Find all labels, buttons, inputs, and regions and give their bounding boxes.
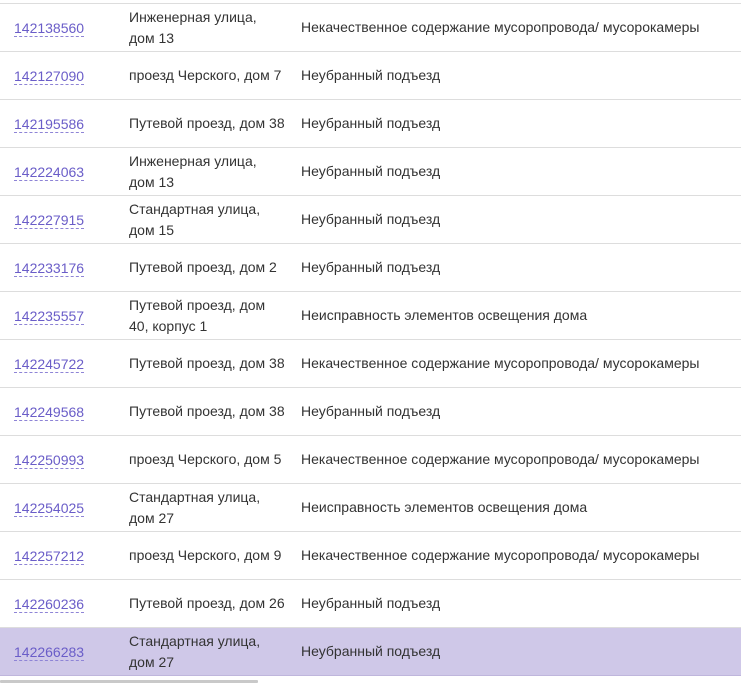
address-cell: Путевой проезд, дом 38 [129, 403, 285, 419]
table-row[interactable]: 142250993 проезд Черского, дом 5 Некачес… [0, 436, 741, 484]
request-id-link[interactable]: 142250993 [14, 451, 85, 469]
address-cell: Путевой проезд, дом 38 [129, 115, 285, 131]
address-cell: Путевой проезд, дом 2 [129, 259, 277, 275]
request-id-cell: 142224063 [0, 163, 114, 181]
table-row[interactable]: 142245722 Путевой проезд, дом 38 Некачес… [0, 340, 741, 388]
request-id-cell: 142235557 [0, 307, 114, 325]
request-id-cell: 142257212 [0, 547, 114, 565]
address-cell: Путевой проезд, дом 26 [129, 595, 285, 611]
issue-cell: Неубранный подъезд [301, 211, 441, 227]
issue-cell: Некачественное содержание мусоропровода/… [301, 19, 700, 35]
request-id-link[interactable]: 142127090 [14, 67, 85, 85]
request-id-cell: 142266283 [0, 643, 114, 661]
horizontal-scrollbar[interactable] [0, 680, 258, 683]
issue-cell: Некачественное содержание мусоропровода/… [301, 355, 700, 371]
requests-table: 142138560 Инженерная улица, дом 13 Некач… [0, 3, 741, 676]
table-row[interactable]: 142138560 Инженерная улица, дом 13 Некач… [0, 4, 741, 52]
address-cell: проезд Черского, дом 5 [129, 451, 282, 467]
address-cell: Путевой проезд, дом 38 [129, 355, 285, 371]
issue-cell: Неисправность элементов освещения дома [301, 499, 588, 515]
request-id-link[interactable]: 142254025 [14, 499, 85, 517]
issue-cell: Некачественное содержание мусоропровода/… [301, 547, 700, 563]
request-id-cell: 142249568 [0, 403, 114, 421]
request-id-link[interactable]: 142195586 [14, 115, 85, 133]
table-row[interactable]: 142249568 Путевой проезд, дом 38 Неубран… [0, 388, 741, 436]
address-cell: Инженерная улица, дом 13 [129, 152, 257, 190]
issue-cell: Неубранный подъезд [301, 595, 441, 611]
request-id-cell: 142138560 [0, 19, 114, 37]
request-id-link[interactable]: 142249568 [14, 403, 85, 421]
table-row[interactable]: 142257212 проезд Черского, дом 9 Некачес… [0, 532, 741, 580]
issue-cell: Неубранный подъезд [301, 163, 441, 179]
request-id-link[interactable]: 142257212 [14, 547, 85, 565]
address-cell: Инженерная улица, дом 13 [129, 8, 257, 46]
request-id-link[interactable]: 142235557 [14, 307, 85, 325]
request-id-cell: 142254025 [0, 499, 114, 517]
issue-cell: Некачественное содержание мусоропровода/… [301, 451, 700, 467]
table-row[interactable]: 142235557 Путевой проезд, дом 40, корпус… [0, 292, 741, 340]
table-row[interactable]: 142260236 Путевой проезд, дом 26 Неубран… [0, 580, 741, 628]
address-cell: проезд Черского, дом 7 [129, 67, 282, 83]
issue-cell: Неисправность элементов освещения дома [301, 307, 588, 323]
address-cell: Стандартная улица, дом 27 [129, 488, 261, 526]
request-id-link[interactable]: 142138560 [14, 19, 85, 37]
address-cell: Стандартная улица, дом 15 [129, 200, 261, 238]
address-cell: Стандартная улица, дом 27 [129, 632, 261, 670]
table-row[interactable]: 142127090 проезд Черского, дом 7 Неубран… [0, 52, 741, 100]
table-row[interactable]: 142254025 Стандартная улица, дом 27 Неис… [0, 484, 741, 532]
request-id-link[interactable]: 142227915 [14, 211, 85, 229]
table-row-selected[interactable]: 142266283 Стандартная улица, дом 27 Неуб… [0, 628, 741, 676]
request-id-link[interactable]: 142260236 [14, 595, 85, 613]
issue-cell: Неубранный подъезд [301, 643, 441, 659]
request-id-cell: 142233176 [0, 259, 114, 277]
table-row[interactable]: 142224063 Инженерная улица, дом 13 Неубр… [0, 148, 741, 196]
request-id-link[interactable]: 142233176 [14, 259, 85, 277]
table-row[interactable]: 142195586 Путевой проезд, дом 38 Неубран… [0, 100, 741, 148]
issue-cell: Неубранный подъезд [301, 67, 441, 83]
request-id-link[interactable]: 142266283 [14, 643, 85, 661]
request-id-cell: 142260236 [0, 595, 114, 613]
request-id-cell: 142195586 [0, 115, 114, 133]
address-cell: проезд Черского, дом 9 [129, 547, 282, 563]
table-row[interactable]: 142227915 Стандартная улица, дом 15 Неуб… [0, 196, 741, 244]
issue-cell: Неубранный подъезд [301, 259, 441, 275]
request-id-link[interactable]: 142245722 [14, 355, 85, 373]
request-id-cell: 142127090 [0, 67, 114, 85]
issue-cell: Неубранный подъезд [301, 115, 441, 131]
address-cell: Путевой проезд, дом 40, корпус 1 [129, 296, 266, 334]
issue-cell: Неубранный подъезд [301, 403, 441, 419]
table-row[interactable]: 142233176 Путевой проезд, дом 2 Неубранн… [0, 244, 741, 292]
request-id-link[interactable]: 142224063 [14, 163, 85, 181]
request-id-cell: 142245722 [0, 355, 114, 373]
request-id-cell: 142250993 [0, 451, 114, 469]
request-id-cell: 142227915 [0, 211, 114, 229]
